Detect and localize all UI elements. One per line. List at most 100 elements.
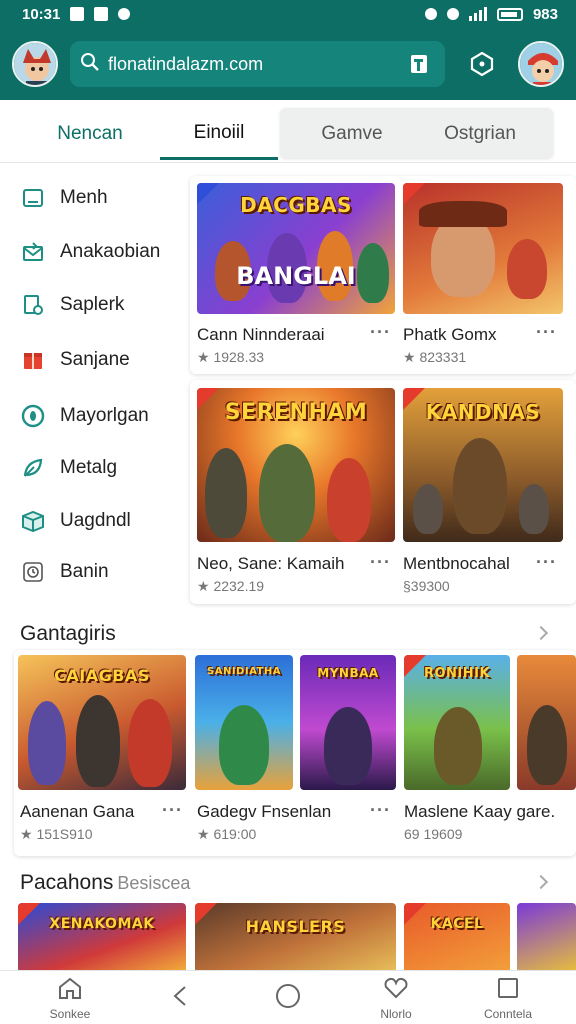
sidebar-item-anakaobian[interactable]: Anakaobian — [0, 230, 185, 274]
square-icon — [496, 976, 520, 1005]
sidebar-item-banin[interactable]: Banin — [0, 550, 185, 594]
character-art — [259, 444, 315, 542]
search-icon — [80, 52, 100, 77]
chevron-right-icon[interactable] — [533, 874, 549, 890]
tab-nencan[interactable]: Nencan — [20, 108, 160, 160]
character-art — [413, 484, 443, 534]
nav-home[interactable]: Sonkee — [30, 971, 110, 1024]
sidebar-item-label: Uagdndl — [60, 510, 131, 531]
game-rating-value: 619:00 — [213, 826, 257, 842]
game-art-title: XENAKOMAK — [49, 915, 155, 932]
search-input[interactable]: flonatindalazm.com — [108, 54, 403, 75]
sidebar-item-label: Sanjane — [60, 349, 130, 370]
search-bar[interactable]: flonatindalazm.com — [70, 41, 445, 87]
character-art — [327, 458, 371, 542]
more-options-icon[interactable]: ··· — [162, 800, 183, 821]
tab-gamve[interactable]: Gamve — [292, 108, 412, 160]
game-rating: ★ 823331 — [403, 349, 467, 365]
game-rating: §39300 — [403, 578, 450, 594]
game-rating: ★ 1928.33 — [197, 349, 265, 365]
game-title[interactable]: Gadegv Fnsenlan — [197, 802, 367, 822]
target-icon — [20, 403, 46, 429]
game-rating-value: 1928.33 — [213, 349, 265, 365]
game-title[interactable]: Maslene Kaay gare. — [404, 802, 564, 822]
vibrate-icon — [446, 8, 459, 20]
character-art — [507, 239, 547, 299]
game-thumbnail[interactable]: SERENHAM — [197, 388, 395, 542]
game-rating: ★ 151S910 — [20, 826, 93, 842]
game-thumbnail[interactable]: DACGBAS BANGLAI — [197, 183, 395, 314]
sidebar-item-metalg[interactable]: Metalg — [0, 446, 185, 490]
game-title[interactable]: Aanenan Gana — [20, 802, 160, 822]
game-thumbnail[interactable] — [403, 183, 563, 314]
nav-favorites[interactable]: Nlorlo — [356, 971, 436, 1024]
character-art — [434, 707, 482, 785]
bookmark-icon[interactable] — [403, 48, 435, 80]
sidebar-item-menh[interactable]: Menh — [0, 176, 185, 220]
chevron-right-icon[interactable] — [533, 625, 549, 641]
sidebar-item-label: Anakaobian — [60, 241, 161, 262]
game-thumbnail[interactable]: RONIHIK — [404, 655, 510, 790]
tab-einoiil[interactable]: Einoiil — [160, 108, 278, 160]
game-rating-value: 2232.19 — [213, 578, 265, 594]
signal-icon — [468, 7, 487, 21]
box-icon — [20, 508, 46, 534]
more-options-icon[interactable]: ··· — [370, 322, 391, 343]
game-thumbnail[interactable] — [517, 903, 576, 973]
sidebar-item-uagdndl[interactable]: Uagdndl — [0, 499, 185, 543]
game-title[interactable]: Phatk Gomx — [403, 325, 533, 345]
account-avatar[interactable] — [518, 41, 564, 87]
game-art-title: CAIAGBAS — [54, 665, 150, 685]
game-rating-value: 151S910 — [36, 826, 93, 842]
heart-icon — [383, 976, 409, 1005]
battery-level: 983 — [532, 5, 558, 23]
game-thumbnail[interactable]: MYNBAA — [300, 655, 396, 790]
game-title[interactable]: Neo, Sane: Kamaih — [197, 554, 357, 574]
tab-bar: Nencan Einoiil Gamve Ostgrian — [0, 108, 576, 162]
section-title: Pacahons Besiscea — [20, 871, 190, 895]
sidebar-item-label: Saplerk — [60, 294, 125, 315]
clock-icon — [20, 559, 46, 585]
gift-icon — [20, 347, 46, 373]
nav-label: Sonkee — [49, 1006, 91, 1021]
tab-ostgrian[interactable]: Ostgrian — [420, 108, 540, 160]
more-options-icon[interactable]: ··· — [536, 322, 557, 343]
nav-label: Conntela — [483, 1006, 533, 1021]
profile-avatar[interactable] — [12, 41, 58, 87]
section-subtitle: Besiscea — [117, 873, 191, 893]
more-options-icon[interactable]: ··· — [370, 800, 391, 821]
game-art-title: HANSLERS — [245, 917, 346, 936]
mail-notification-icon — [70, 7, 85, 21]
leaf-icon — [20, 455, 46, 481]
sidebar-item-mayorlgan[interactable]: Mayorlgan — [0, 394, 185, 438]
more-options-icon[interactable]: ··· — [536, 552, 557, 573]
sidebar-item-saplerk[interactable]: Saplerk — [0, 283, 185, 327]
character-art — [128, 699, 172, 787]
game-art-subtitle: BANGLAI — [236, 261, 356, 290]
shield-notification-icon — [94, 7, 109, 21]
nav-controls[interactable]: Conntela — [468, 971, 548, 1024]
circle-home-icon — [275, 983, 301, 1014]
game-title[interactable]: Cann Ninnderaai — [197, 325, 357, 345]
game-thumbnail[interactable]: CAIAGBAS — [18, 655, 186, 790]
game-thumbnail[interactable]: KANDNAS — [403, 388, 563, 542]
game-thumbnail[interactable] — [517, 655, 576, 790]
app-header: flonatindalazm.com — [0, 28, 576, 100]
notification-hex-icon[interactable] — [463, 44, 502, 84]
ribbon-icon — [403, 183, 425, 205]
sidebar-item-sanjane[interactable]: Sanjane — [0, 338, 185, 382]
game-thumbnail[interactable]: KACEL — [404, 903, 510, 973]
nav-home-circle[interactable] — [248, 971, 328, 1024]
file-settings-icon — [20, 292, 46, 318]
game-thumbnail[interactable]: HANSLERS — [195, 903, 396, 973]
nav-back[interactable] — [140, 971, 220, 1024]
game-thumbnail[interactable]: SANIDIATHA — [195, 655, 293, 790]
more-options-icon[interactable]: ··· — [370, 552, 391, 573]
character-art — [76, 695, 120, 787]
dot-notification-icon — [118, 8, 131, 20]
game-title[interactable]: Mentbnocahal — [403, 554, 533, 574]
app-screen: 10:31 983 flonatindalazm.com Nencan Eino… — [0, 0, 576, 1024]
game-art-title: KACEL — [430, 915, 484, 932]
tablet-icon — [20, 185, 46, 211]
game-thumbnail[interactable]: XENAKOMAK — [18, 903, 186, 973]
